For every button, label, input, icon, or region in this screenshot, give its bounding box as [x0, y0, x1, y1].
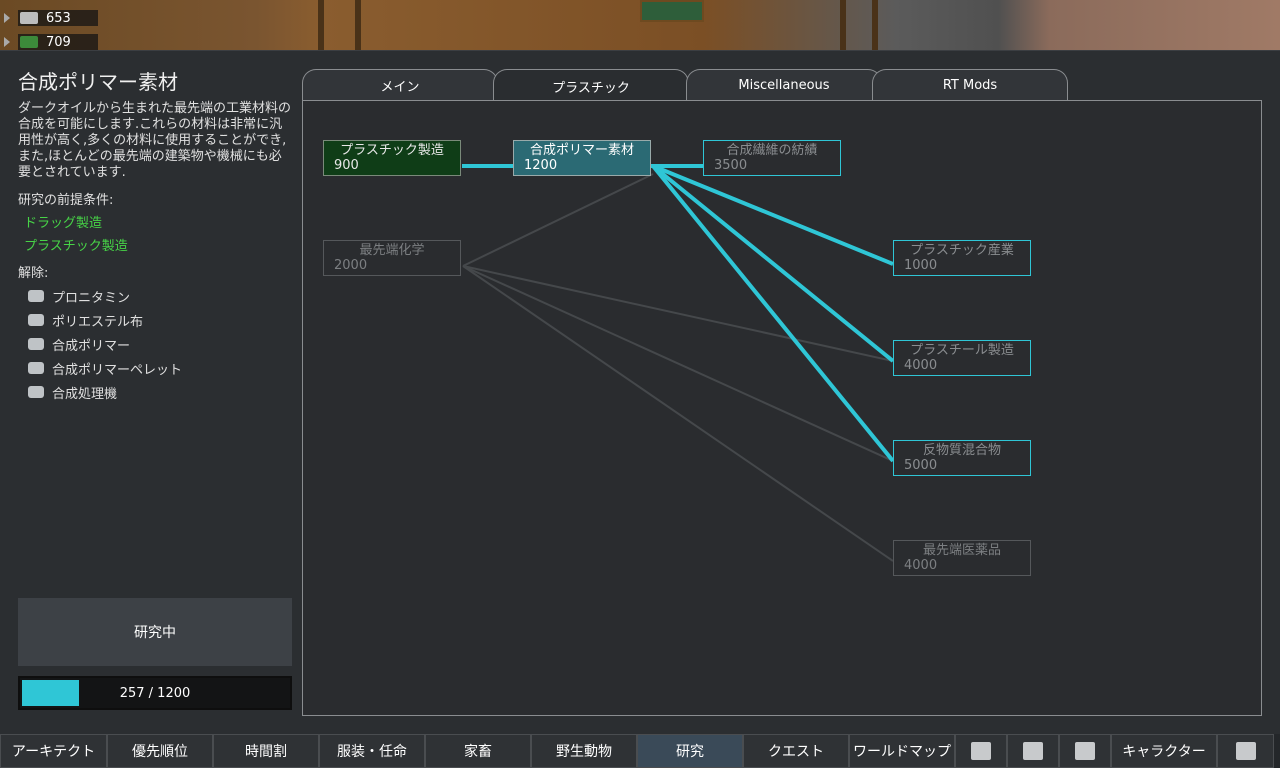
expand-triangle-icon[interactable]: [4, 13, 10, 23]
connection-line-active: [652, 164, 894, 266]
node-cost: 3500: [714, 158, 748, 173]
connection-line-locked: [462, 265, 894, 462]
prereq-item: ドラッグ製造: [24, 216, 103, 231]
tab-priorities[interactable]: 優先順位: [107, 734, 213, 768]
node-cost: 2000: [334, 258, 368, 273]
unlocks-heading: 解除:: [18, 266, 49, 281]
node-adv-chem[interactable]: 最先端化学 2000: [323, 240, 461, 276]
book-icon: [971, 742, 991, 760]
node-cost: 1000: [904, 258, 938, 273]
broom-icon: [1075, 742, 1095, 760]
node-cost: 4000: [904, 558, 938, 573]
pills-icon: [28, 290, 44, 302]
tab-menu[interactable]: [1217, 734, 1274, 768]
main-tab-bar: アーキテクト 優先順位 時間割 服装・任命 家畜 野生動物 研究 クエスト ワー…: [0, 734, 1280, 768]
unlock-item[interactable]: 合成ポリマー: [28, 335, 294, 354]
tab-quests[interactable]: クエスト: [743, 734, 849, 768]
tab-factions[interactable]: [1007, 734, 1059, 768]
unlock-label: 合成ポリマー: [52, 338, 131, 354]
node-cost: 4000: [904, 358, 938, 373]
tab-plastic[interactable]: プラスチック: [493, 69, 689, 102]
cloth-icon: [28, 314, 44, 326]
node-antimatter[interactable]: 反物質混合物 5000: [893, 440, 1031, 476]
unlock-item[interactable]: プロニタミン: [28, 287, 294, 306]
wall-plank: [840, 0, 846, 50]
project-info-panel: 合成ポリマー素材 ダークオイルから生まれた最先端の工業材料の合成を可能にします.…: [18, 69, 294, 402]
project-description: ダークオイルから生まれた最先端の工業材料の合成を可能にします.これらの材料は非常…: [18, 101, 292, 180]
factions-icon: [1023, 742, 1043, 760]
menu-icon: [1235, 742, 1256, 760]
research-tree-graph[interactable]: プラスチック製造 900 合成ポリマー素材 1200 合成繊維の紡績 3500 最先端…: [302, 100, 1262, 716]
world-view-strip: [0, 0, 1280, 50]
unlock-label: プロニタミン: [52, 290, 131, 306]
node-name: プラスチック産業: [910, 243, 1014, 258]
tab-ideology[interactable]: [1059, 734, 1111, 768]
node-cost: 1200: [524, 158, 558, 173]
connection-line-active: [651, 164, 895, 463]
research-progress-bar: 257 / 1200: [18, 676, 292, 710]
unlock-item[interactable]: 合成ポリマーペレット: [28, 359, 294, 378]
node-cost: 900: [334, 158, 359, 173]
connection-lines: [462, 164, 895, 562]
research-window: 合成ポリマー素材 ダークオイルから生まれた最先端の工業材料の合成を可能にします.…: [0, 50, 1280, 735]
node-synth-fiber[interactable]: 合成繊維の紡績 3500: [703, 140, 841, 176]
node-name: 最先端化学: [359, 243, 425, 258]
tab-rt-mods[interactable]: RT Mods: [872, 69, 1068, 101]
tab-miscellaneous[interactable]: Miscellaneous: [686, 69, 882, 101]
node-name: プラスチック製造: [340, 143, 444, 158]
tab-research[interactable]: 研究: [637, 734, 743, 768]
node-name: 反物質混合物: [922, 443, 1001, 458]
silver-icon: [20, 12, 38, 24]
node-adv-medicine[interactable]: 最先端医薬品 4000: [893, 540, 1031, 576]
unlock-label: 合成ポリマーペレット: [52, 362, 183, 378]
unlock-label: 合成処理機: [52, 386, 118, 402]
wall-plank: [355, 0, 361, 50]
polymer-icon: [28, 338, 44, 350]
wall-plank: [872, 0, 878, 50]
unlock-item[interactable]: 合成処理機: [28, 383, 294, 402]
prereq-item: プラスチック製造: [24, 239, 128, 254]
unlock-label: ポリエステル布: [52, 314, 144, 330]
tab-schedule[interactable]: 時間割: [213, 734, 319, 768]
node-plastic-industry[interactable]: プラスチック産業 1000: [893, 240, 1031, 276]
tab-main[interactable]: メイン: [302, 69, 498, 101]
tab-character[interactable]: キャラクター: [1111, 734, 1217, 768]
node-name: 最先端医薬品: [922, 543, 1001, 558]
tab-animals[interactable]: 家畜: [425, 734, 531, 768]
node-name: 合成繊維の紡績: [726, 143, 818, 158]
connection-line-locked: [462, 265, 894, 362]
progress-text: 257 / 1200: [119, 685, 191, 701]
silver-count: 653: [46, 10, 71, 26]
connection-line-active: [651, 164, 895, 363]
food-icon: [20, 36, 38, 48]
node-name: プラスチール製造: [910, 343, 1014, 358]
project-title: 合成ポリマー素材: [18, 70, 178, 94]
prereq-heading: 研究の前提条件:: [18, 193, 114, 208]
resource-silver[interactable]: 653: [4, 9, 98, 27]
resource-food[interactable]: 709: [4, 33, 98, 51]
machine-icon: [28, 386, 44, 398]
unlock-item[interactable]: ポリエステル布: [28, 311, 294, 330]
node-plasteel[interactable]: プラスチール製造 4000: [893, 340, 1031, 376]
food-count: 709: [46, 34, 71, 50]
expand-triangle-icon[interactable]: [4, 37, 10, 47]
pellet-icon: [28, 362, 44, 374]
game-table: [640, 0, 704, 22]
node-plastic-mfg[interactable]: プラスチック製造 900: [323, 140, 461, 176]
wall-plank: [318, 0, 324, 50]
tab-history[interactable]: [955, 734, 1007, 768]
tab-world-map[interactable]: ワールドマップ: [849, 734, 955, 768]
tab-assign[interactable]: 服装・任命: [319, 734, 425, 768]
node-cost: 5000: [904, 458, 938, 473]
node-synth-polymer[interactable]: 合成ポリマー素材 1200: [513, 140, 651, 176]
node-name: 合成ポリマー素材: [529, 143, 634, 158]
tab-architect[interactable]: アーキテクト: [0, 734, 107, 768]
research-status-button[interactable]: 研究中: [18, 598, 292, 666]
connection-line-locked: [462, 173, 654, 267]
tab-wildlife[interactable]: 野生動物: [531, 734, 637, 768]
